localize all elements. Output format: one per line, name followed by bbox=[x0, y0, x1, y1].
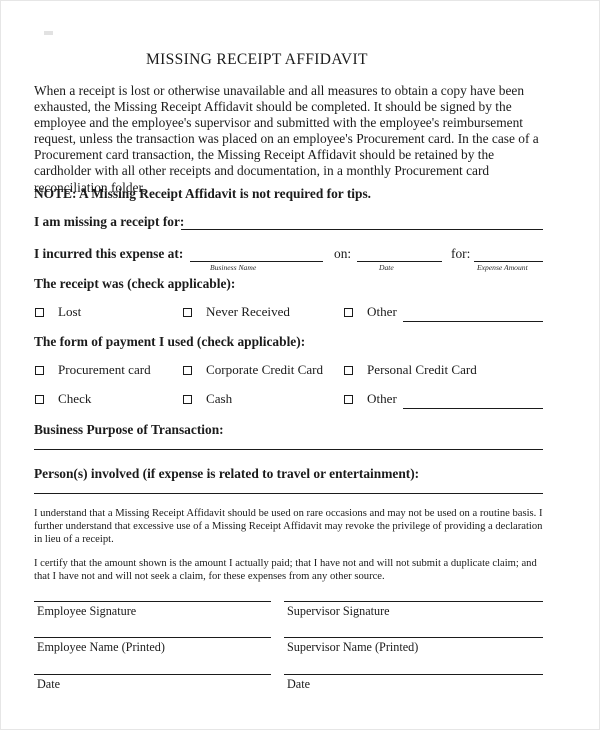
checkbox-label-receipt-other[interactable]: Other bbox=[367, 304, 397, 320]
affidavit-page: MISSING RECEIPT AFFIDAVIT When a receipt… bbox=[0, 0, 600, 730]
supervisor-signature-input[interactable] bbox=[284, 601, 543, 602]
supervisor-date-input[interactable] bbox=[284, 674, 543, 675]
checkbox-payment-other[interactable] bbox=[344, 395, 353, 404]
checkbox-payment-cash[interactable] bbox=[183, 395, 192, 404]
business-purpose-heading: Business Purpose of Transaction: bbox=[34, 422, 224, 437]
incurred-at-input[interactable] bbox=[190, 261, 323, 262]
business-purpose-input[interactable] bbox=[34, 449, 543, 450]
receipt-other-input[interactable] bbox=[403, 321, 543, 322]
intro-paragraph: When a receipt is lost or otherwise unav… bbox=[34, 83, 539, 195]
payment-form-heading: The form of payment I used (check applic… bbox=[34, 334, 306, 349]
field-row-missing-receipt-for: I am missing a receipt for: bbox=[34, 214, 543, 230]
persons-involved-heading: Person(s) involved (if expense is relate… bbox=[34, 466, 420, 481]
employee-date-input[interactable] bbox=[34, 674, 271, 675]
checkbox-receipt-lost[interactable] bbox=[35, 308, 44, 317]
missing-receipt-for-label: I am missing a receipt for: bbox=[34, 214, 185, 229]
checkbox-label-payment-corporate-credit-card[interactable]: Corporate Credit Card bbox=[206, 362, 323, 378]
note-line: NOTE: A Missing Receipt Affidavit is not… bbox=[34, 186, 372, 201]
checkbox-label-payment-procurement-card[interactable]: Procurement card bbox=[58, 362, 151, 378]
checkbox-payment-personal-credit-card[interactable] bbox=[344, 366, 353, 375]
disclaimer-paragraph-2: I certify that the amount shown is the a… bbox=[34, 558, 537, 583]
employee-signature-input[interactable] bbox=[34, 601, 271, 602]
incurred-at-sublabel: Business Name bbox=[210, 263, 257, 272]
checkbox-receipt-never-received[interactable] bbox=[183, 308, 192, 317]
employee-signature-label: Employee Signature bbox=[37, 604, 137, 618]
scan-artifact-speck bbox=[44, 31, 53, 35]
disclaimer-paragraph-1: I understand that a Missing Receipt Affi… bbox=[34, 508, 543, 546]
on-date-input[interactable] bbox=[357, 261, 442, 262]
supervisor-name-input[interactable] bbox=[284, 637, 543, 638]
employee-date-label: Date bbox=[37, 677, 61, 691]
checkbox-payment-check[interactable] bbox=[35, 395, 44, 404]
field-row-incurred-expense: I incurred this expense at: Business Nam… bbox=[34, 246, 543, 272]
checkbox-label-payment-other[interactable]: Other bbox=[367, 391, 397, 407]
checkbox-payment-procurement-card[interactable] bbox=[35, 366, 44, 375]
supervisor-signature-label: Supervisor Signature bbox=[287, 604, 390, 618]
employee-name-input[interactable] bbox=[34, 637, 271, 638]
checkbox-label-payment-personal-credit-card[interactable]: Personal Credit Card bbox=[367, 362, 477, 378]
checkbox-label-receipt-never-received[interactable]: Never Received bbox=[206, 304, 290, 320]
supervisor-date-label: Date bbox=[287, 677, 311, 691]
persons-involved-input[interactable] bbox=[34, 493, 543, 494]
payment-other-input[interactable] bbox=[403, 408, 543, 409]
checkbox-label-receipt-lost[interactable]: Lost bbox=[58, 304, 81, 320]
for-amount-sublabel: Expense Amount bbox=[477, 263, 528, 272]
on-date-label: on: bbox=[334, 246, 352, 261]
incurred-at-label: I incurred this expense at: bbox=[34, 246, 184, 261]
checkbox-label-payment-check[interactable]: Check bbox=[58, 391, 91, 407]
employee-name-label: Employee Name (Printed) bbox=[37, 640, 165, 654]
checkbox-payment-corporate-credit-card[interactable] bbox=[183, 366, 192, 375]
checkbox-receipt-other[interactable] bbox=[344, 308, 353, 317]
on-date-sublabel: Date bbox=[379, 263, 394, 272]
for-amount-label: for: bbox=[451, 246, 471, 261]
missing-receipt-for-input[interactable] bbox=[181, 229, 543, 230]
for-amount-input[interactable] bbox=[474, 261, 543, 262]
receipt-status-heading: The receipt was (check applicable): bbox=[34, 276, 236, 291]
supervisor-name-label: Supervisor Name (Printed) bbox=[287, 640, 419, 654]
checkbox-label-payment-cash[interactable]: Cash bbox=[206, 391, 232, 407]
page-title: MISSING RECEIPT AFFIDAVIT bbox=[146, 51, 368, 68]
